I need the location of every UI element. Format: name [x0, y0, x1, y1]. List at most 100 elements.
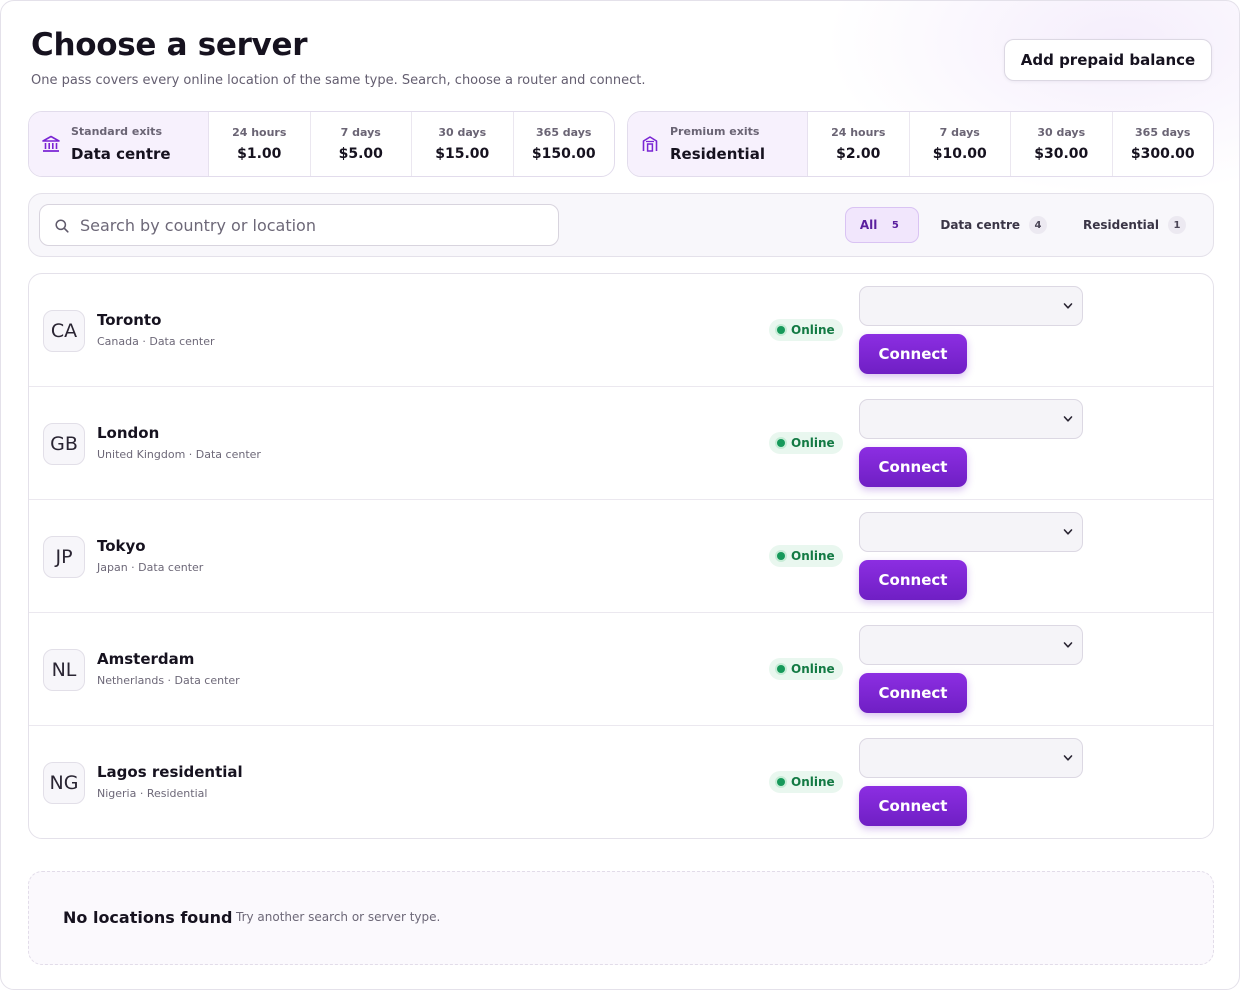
- plan-price: $2.00: [836, 146, 881, 162]
- filter-count: 1: [1168, 216, 1186, 234]
- plan-duration: 7 days: [340, 126, 381, 139]
- server-list: CA Toronto Canada · Data center Online C…: [28, 273, 1214, 839]
- chevron-down-icon: [1063, 529, 1073, 535]
- plan-cell: 30 days $15.00: [412, 112, 514, 176]
- plan-duration: 365 days: [1135, 126, 1191, 139]
- connect-button[interactable]: Connect: [859, 334, 967, 374]
- empty-state-title: No locations found: [63, 908, 233, 927]
- connect-button[interactable]: Connect: [859, 786, 967, 826]
- filter-count: 4: [1029, 216, 1048, 234]
- country-code-badge: NG: [43, 762, 85, 804]
- plan-price: $15.00: [435, 146, 490, 162]
- server-city: Toronto: [97, 311, 162, 329]
- pricing-card-header: Premium exits Residential: [628, 112, 808, 176]
- status-label: Online: [791, 323, 835, 337]
- status-label: Online: [791, 549, 835, 563]
- plan-price: $10.00: [932, 146, 987, 162]
- chevron-down-icon: [1063, 303, 1073, 309]
- type-filter: All 5 Data centre 4 Residential 1: [844, 207, 1201, 243]
- plan-cell: 24 hours $2.00: [808, 112, 910, 176]
- server-meta: Japan · Data center: [97, 561, 204, 574]
- server-meta: Nigeria · Residential: [97, 787, 208, 800]
- plan-duration: 7 days: [939, 126, 980, 139]
- server-row: JP Tokyo Japan · Data center Online Conn…: [29, 500, 1213, 613]
- server-city: London: [97, 424, 160, 442]
- plan-duration: 30 days: [438, 126, 487, 139]
- chevron-down-icon: [1063, 755, 1073, 761]
- plan-price: $1.00: [237, 146, 282, 162]
- country-code-badge: NL: [43, 649, 85, 691]
- server-row: CA Toronto Canada · Data center Online C…: [29, 274, 1213, 387]
- status-dot-icon: [777, 778, 785, 786]
- search-toolbar: All 5 Data centre 4 Residential 1: [28, 193, 1214, 257]
- plan-cell: 30 days $30.00: [1011, 112, 1113, 176]
- plan-cell: 24 hours $1.00: [209, 112, 311, 176]
- filter-all[interactable]: All 5: [844, 207, 920, 243]
- status-dot-icon: [777, 326, 785, 334]
- pricing-kind: Premium exits: [670, 125, 760, 138]
- server-meta: Netherlands · Data center: [97, 674, 240, 687]
- status-badge: Online: [769, 545, 843, 567]
- connect-button[interactable]: Connect: [859, 560, 967, 600]
- server-city: Tokyo: [97, 537, 146, 555]
- add-prepaid-balance-button[interactable]: Add prepaid balance: [1004, 39, 1212, 81]
- status-badge: Online: [769, 658, 843, 680]
- plan-cell: 7 days $10.00: [910, 112, 1011, 176]
- router-select[interactable]: [859, 738, 1083, 778]
- page-title: Choose a server: [31, 27, 308, 63]
- status-badge: Online: [769, 319, 843, 341]
- plan-cell: 7 days $5.00: [311, 112, 412, 176]
- plan-price: $5.00: [338, 146, 383, 162]
- status-dot-icon: [777, 439, 785, 447]
- router-select[interactable]: [859, 399, 1083, 439]
- router-select[interactable]: [859, 625, 1083, 665]
- plan-duration: 24 hours: [831, 126, 886, 139]
- house-icon: [642, 136, 658, 152]
- pricing-name: Data centre: [71, 145, 171, 163]
- plan-cell: 365 days $150.00: [514, 112, 615, 176]
- search-input[interactable]: [80, 205, 550, 245]
- filter-label: Residential: [1083, 218, 1159, 232]
- plan-duration: 365 days: [536, 126, 592, 139]
- status-label: Online: [791, 436, 835, 450]
- empty-state-hint: Try another search or server type.: [236, 910, 441, 924]
- server-meta: United Kingdom · Data center: [97, 448, 261, 461]
- status-badge: Online: [769, 771, 843, 793]
- country-code-badge: JP: [43, 536, 85, 578]
- plan-cell: 365 days $300.00: [1113, 112, 1214, 176]
- filter-data-centre[interactable]: Data centre 4: [925, 207, 1062, 243]
- pricing-card-header: Standard exits Data centre: [29, 112, 209, 176]
- plan-price: $150.00: [531, 146, 596, 162]
- pricing-kind: Standard exits: [71, 125, 162, 138]
- router-select[interactable]: [859, 512, 1083, 552]
- router-select[interactable]: [859, 286, 1083, 326]
- connect-button[interactable]: Connect: [859, 447, 967, 487]
- status-dot-icon: [777, 552, 785, 560]
- filter-residential[interactable]: Residential 1: [1068, 207, 1201, 243]
- server-row: NL Amsterdam Netherlands · Data center O…: [29, 613, 1213, 726]
- status-badge: Online: [769, 432, 843, 454]
- connect-button[interactable]: Connect: [859, 673, 967, 713]
- server-city: Lagos residential: [97, 763, 243, 781]
- search-box[interactable]: [39, 204, 559, 246]
- pricing-card-standard: Standard exits Data centre 24 hours $1.00…: [28, 111, 615, 177]
- pricing-card-premium: Premium exits Residential 24 hours $2.00 …: [627, 111, 1214, 177]
- status-dot-icon: [777, 665, 785, 673]
- server-row: GB London United Kingdom · Data center O…: [29, 387, 1213, 500]
- plan-duration: 30 days: [1037, 126, 1086, 139]
- server-row: NG Lagos residential Nigeria · Residenti…: [29, 726, 1213, 838]
- country-code-badge: GB: [43, 423, 85, 465]
- status-label: Online: [791, 775, 835, 789]
- server-meta: Canada · Data center: [97, 335, 215, 348]
- page-subtitle: One pass covers every online location of…: [31, 73, 646, 88]
- chevron-down-icon: [1063, 416, 1073, 422]
- pricing-name: Residential: [670, 145, 765, 163]
- empty-state: No locations found Try another search or…: [28, 871, 1214, 965]
- filter-label: All: [859, 218, 878, 232]
- plan-price: $300.00: [1130, 146, 1195, 162]
- chevron-down-icon: [1063, 642, 1073, 648]
- status-label: Online: [791, 662, 835, 676]
- country-code-badge: CA: [43, 310, 85, 352]
- page: Choose a server One pass covers every on…: [0, 0, 1240, 990]
- search-icon: [55, 219, 69, 233]
